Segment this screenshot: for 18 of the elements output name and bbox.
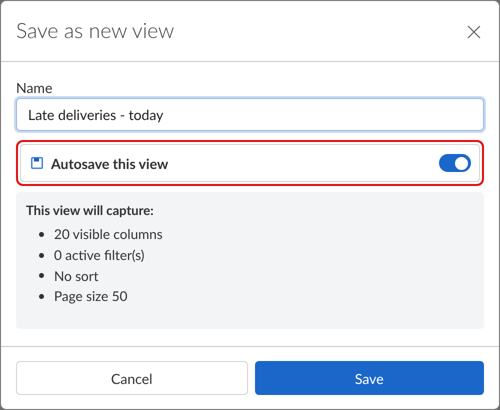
- bullet-icon: [39, 294, 44, 299]
- save-icon: [31, 157, 43, 169]
- bullet-icon: [39, 232, 44, 237]
- summary-item: 0 active filter(s): [54, 246, 144, 265]
- autosave-toggle[interactable]: [439, 154, 471, 172]
- save-button[interactable]: Save: [254, 361, 484, 395]
- field-label: Name: [16, 80, 52, 96]
- summary-heading: This view will capture:: [26, 202, 155, 218]
- summary-item: No sort: [54, 266, 98, 286]
- bullet-icon: [39, 273, 44, 278]
- dialog-title: Save as new view: [16, 17, 174, 46]
- close-button[interactable]: ×: [461, 18, 487, 44]
- summary-item: Page size 50: [54, 287, 128, 306]
- bullet-icon: [39, 252, 44, 258]
- cancel-button[interactable]: Cancel: [16, 361, 248, 395]
- summary-item: 20 visible columns: [54, 225, 163, 244]
- autosave-label: Autosave this view: [51, 154, 168, 174]
- name-field[interactable]: Late deliveries - today: [16, 98, 484, 131]
